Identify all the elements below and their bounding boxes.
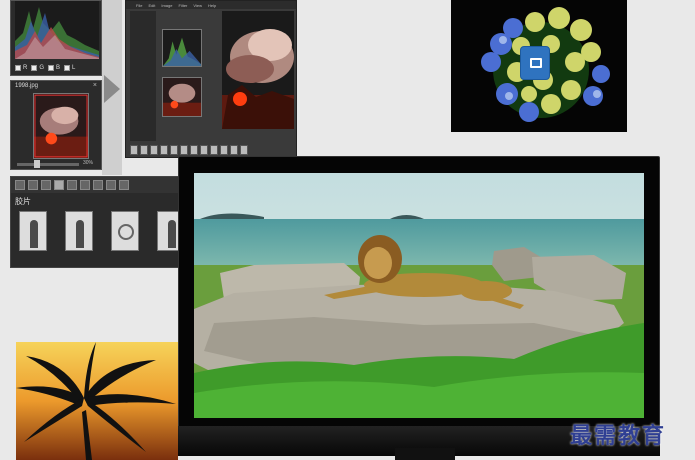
menu-filter[interactable]: Filter — [178, 3, 187, 8]
filmstrip-thumb[interactable] — [220, 144, 228, 155]
hand-icon[interactable] — [54, 180, 64, 190]
photo-app-icon[interactable] — [520, 46, 550, 80]
crop-icon[interactable] — [41, 180, 51, 190]
browser-panel: 胶片 — [10, 176, 185, 268]
menu-file[interactable]: File — [136, 3, 142, 8]
filmstrip-thumb[interactable] — [200, 144, 208, 155]
tool-strip — [130, 11, 156, 141]
filmstrip-thumb[interactable] — [150, 144, 158, 155]
filmstrip-thumb[interactable] — [240, 144, 248, 155]
rotate-icon[interactable] — [93, 180, 103, 190]
navigator-thumbnail[interactable] — [33, 93, 89, 159]
channel-row: R G B L — [15, 63, 99, 73]
thumbnail-list — [19, 211, 185, 251]
thumbnail-necklace[interactable] — [111, 211, 139, 251]
navigator-panel: 1998.jpg × 30% — [10, 80, 102, 170]
panel-divider — [102, 0, 122, 175]
image-preview[interactable] — [222, 11, 294, 129]
zoom-slider[interactable] — [17, 160, 79, 168]
filmstrip-thumb[interactable] — [160, 144, 168, 155]
arrow-right-icon — [104, 75, 120, 103]
zoom-slider-handle[interactable] — [34, 160, 40, 168]
filmstrip-thumb[interactable] — [190, 144, 198, 155]
filmstrip-thumb[interactable] — [140, 144, 148, 155]
tv-screen-lion-photo — [194, 173, 644, 418]
menu-help[interactable]: Help — [208, 3, 216, 8]
filmstrip-thumb[interactable] — [210, 144, 218, 155]
zoom-label: 30% — [83, 160, 94, 166]
filmstrip-label: 胶片 — [15, 197, 31, 206]
channel-check-l[interactable]: L — [64, 65, 75, 71]
palm-sunset-photo — [16, 342, 178, 460]
filmstrip — [130, 143, 294, 156]
histogram-panel: R G B L — [10, 0, 102, 76]
filmstrip-thumb[interactable] — [230, 144, 238, 155]
thumbnail-girl[interactable] — [65, 211, 93, 251]
filmstrip-thumb[interactable] — [170, 144, 178, 155]
menu-view[interactable]: View — [193, 3, 202, 8]
menu-edit[interactable]: Edit — [148, 3, 155, 8]
zoom-icon[interactable] — [80, 180, 90, 190]
grid-icon[interactable] — [28, 180, 38, 190]
filmstrip-thumb[interactable] — [180, 144, 188, 155]
navigator-thumbnail-small — [162, 77, 202, 117]
histogram-thumbnail — [162, 29, 202, 67]
channel-check-b[interactable]: B — [48, 65, 60, 71]
stamp-icon[interactable] — [67, 180, 77, 190]
close-icon[interactable]: × — [93, 82, 97, 89]
menu-bar: File Edit Image Filter View Help — [126, 1, 296, 9]
channel-check-g[interactable]: G — [31, 65, 44, 71]
settings-icon[interactable] — [106, 180, 116, 190]
menu-image[interactable]: Image — [161, 3, 172, 8]
browser-toolbar — [11, 177, 179, 193]
tv-stand — [395, 448, 455, 460]
watermark: 最需教育 — [570, 424, 667, 449]
color-icon[interactable] — [119, 180, 129, 190]
channel-check-r[interactable]: R — [15, 65, 27, 71]
editor-window: File Edit Image Filter View Help — [125, 0, 297, 158]
navigator-title: 1998.jpg — [15, 83, 39, 89]
thumbnail-girl[interactable] — [19, 211, 47, 251]
histogram-graph — [15, 1, 99, 59]
open-icon[interactable] — [15, 180, 25, 190]
filmstrip-thumb[interactable] — [130, 144, 138, 155]
